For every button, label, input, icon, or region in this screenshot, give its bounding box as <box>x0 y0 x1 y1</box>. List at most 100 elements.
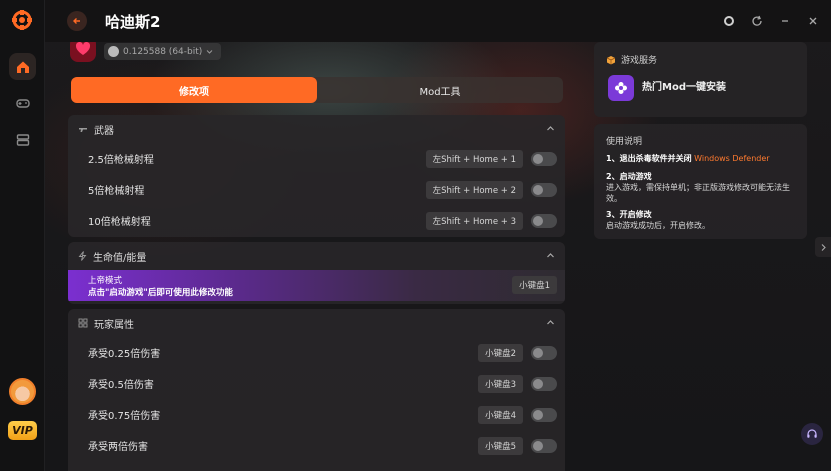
hotkey-badge[interactable]: 小键盘5 <box>478 437 523 455</box>
mod-install-label: 热门Mod一键安装 <box>642 82 726 93</box>
service-title-label: 游戏服务 <box>621 56 658 66</box>
section-title: 武器 <box>94 125 114 137</box>
option-toggle[interactable] <box>531 377 557 391</box>
list-item: 承受0.75倍伤害 小键盘4 <box>68 399 565 430</box>
option-toggle[interactable] <box>531 408 557 422</box>
nav-games[interactable] <box>9 89 36 116</box>
minimize-icon <box>782 20 788 22</box>
stats-icon <box>78 318 88 328</box>
back-button[interactable] <box>67 11 87 31</box>
page-title: 哈迪斯2 <box>105 13 161 31</box>
option-label: 承受两倍伤害 <box>88 442 148 453</box>
close-icon <box>809 17 817 25</box>
hotkey-badge[interactable]: 左Shift + Home + 2 <box>425 181 523 199</box>
weapons-section-header[interactable]: 武器 <box>68 115 565 143</box>
game-cover <box>70 42 96 62</box>
heart-icon <box>75 42 91 55</box>
title-bar: 哈迪斯2 <box>45 0 831 42</box>
game-header: 0.125588 (64-bit) <box>68 42 565 62</box>
mod-install-button[interactable]: 热门Mod一键安装 <box>608 75 726 101</box>
service-title: 游戏服务 <box>606 53 657 66</box>
hotkey-badge[interactable]: 左Shift + Home + 3 <box>425 212 523 230</box>
player-section-header[interactable]: 玩家属性 <box>68 309 565 337</box>
god-mode-title: 上帝模式 <box>88 275 123 286</box>
tab-bar: 修改项 Mod工具 <box>71 77 563 103</box>
list-item: 5倍枪械射程 左Shift + Home + 2 <box>68 174 565 205</box>
settings-button[interactable] <box>721 13 737 29</box>
tab-modifiers[interactable]: 修改项 <box>71 77 317 103</box>
list-item: 承受两倍伤害 小键盘5 <box>68 430 565 461</box>
steam-icon <box>108 46 119 57</box>
chevron-right-icon <box>821 243 826 251</box>
player-section: 玩家属性 承受0.25倍伤害 小键盘2 承受0.5倍伤害 小键盘3 承受0.75… <box>68 309 565 471</box>
chevron-down-icon <box>206 50 213 54</box>
section-title: 玩家属性 <box>94 319 134 331</box>
instruction-step: 1、退出杀毒软件并关闭 Windows Defender <box>606 153 801 164</box>
left-rail: VIP <box>0 0 45 471</box>
box-icon <box>606 55 616 64</box>
nav-home[interactable] <box>9 53 36 80</box>
hotkey-badge[interactable]: 小键盘4 <box>478 406 523 424</box>
option-label: 2.5倍枪械射程 <box>88 155 154 166</box>
game-services-panel: 游戏服务 热门Mod一键安装 <box>594 42 807 117</box>
hotkey-badge[interactable]: 小键盘1 <box>512 276 557 294</box>
option-label: 5倍枪械射程 <box>88 186 145 197</box>
nav-library[interactable] <box>9 126 36 153</box>
list-item: 2.5倍枪械射程 左Shift + Home + 1 <box>68 143 565 174</box>
app-logo-icon[interactable] <box>11 9 33 31</box>
step-body: 启动游戏成功后，开启修改。 <box>606 221 710 230</box>
option-toggle[interactable] <box>531 183 557 197</box>
flower-icon <box>615 82 627 94</box>
option-label: 承受0.5倍伤害 <box>88 380 154 391</box>
section-title: 生命值/能量 <box>93 252 147 264</box>
step-body: 进入游戏，需保持单机；非正版游戏修改可能无法生效。 <box>606 183 790 203</box>
option-label: 承受0.25倍伤害 <box>88 349 161 360</box>
health-section: 生命值/能量 上帝模式 点击"启动游戏"后即可使用此修改功能 小键盘1 <box>68 242 565 304</box>
gun-icon <box>79 128 87 132</box>
vip-badge[interactable]: VIP <box>8 421 37 440</box>
weapons-section: 武器 2.5倍枪械射程 左Shift + Home + 1 5倍枪械射程 左Sh… <box>68 115 565 237</box>
hotkey-badge[interactable]: 小键盘2 <box>478 344 523 362</box>
god-mode-row[interactable]: 上帝模式 点击"启动游戏"后即可使用此修改功能 小键盘1 <box>68 270 565 301</box>
close-button[interactable] <box>805 13 821 29</box>
option-toggle[interactable] <box>531 214 557 228</box>
option-toggle[interactable] <box>531 346 557 360</box>
arrow-left-icon <box>73 18 80 24</box>
step-title: 2、启动游戏 <box>606 172 652 181</box>
archive-icon <box>16 133 29 146</box>
window-controls <box>721 13 821 29</box>
gear-icon <box>724 16 734 26</box>
main-panel: 0.125588 (64-bit) 修改项 Mod工具 武器 2.5倍枪械射程 … <box>68 42 565 471</box>
refresh-icon <box>752 15 762 26</box>
list-item: 10倍枪械射程 左Shift + Home + 3 <box>68 205 565 236</box>
instructions-panel: 使用说明 1、退出杀毒软件并关闭 Windows Defender 2、启动游戏… <box>594 124 807 239</box>
chevron-up-icon[interactable] <box>546 124 555 133</box>
hotkey-badge[interactable]: 小键盘3 <box>478 375 523 393</box>
health-section-header[interactable]: 生命值/能量 <box>68 242 565 270</box>
refresh-button[interactable] <box>749 13 765 29</box>
step-highlight[interactable]: Windows Defender <box>694 154 769 163</box>
version-select[interactable]: 0.125588 (64-bit) <box>104 43 222 60</box>
collapse-side-button[interactable] <box>815 237 831 257</box>
option-toggle[interactable] <box>531 439 557 453</box>
chevron-up-icon[interactable] <box>546 251 555 260</box>
option-label: 承受0.75倍伤害 <box>88 411 161 422</box>
version-label: 0.125588 (64-bit) <box>123 46 203 57</box>
chevron-up-icon[interactable] <box>546 318 555 327</box>
mod-install-icon <box>608 75 634 101</box>
step-title: 3、开启修改 <box>606 210 652 219</box>
option-label: 10倍枪械射程 <box>88 217 151 228</box>
support-button[interactable] <box>801 423 823 445</box>
hotkey-badge[interactable]: 左Shift + Home + 1 <box>425 150 523 168</box>
option-toggle[interactable] <box>531 152 557 166</box>
headset-icon <box>807 429 817 438</box>
god-mode-description: 点击"启动游戏"后即可使用此修改功能 <box>88 287 233 298</box>
tab-mod-tools[interactable]: Mod工具 <box>317 77 563 103</box>
minimize-button[interactable] <box>777 13 793 29</box>
instructions-title: 使用说明 <box>606 137 643 147</box>
list-item: 承受0.25倍伤害 小键盘2 <box>68 337 565 368</box>
list-item: 承受0.5倍伤害 小键盘3 <box>68 368 565 399</box>
user-avatar[interactable] <box>9 378 36 405</box>
step-title: 1、退出杀毒软件并关闭 <box>606 154 692 163</box>
home-icon <box>16 61 29 73</box>
